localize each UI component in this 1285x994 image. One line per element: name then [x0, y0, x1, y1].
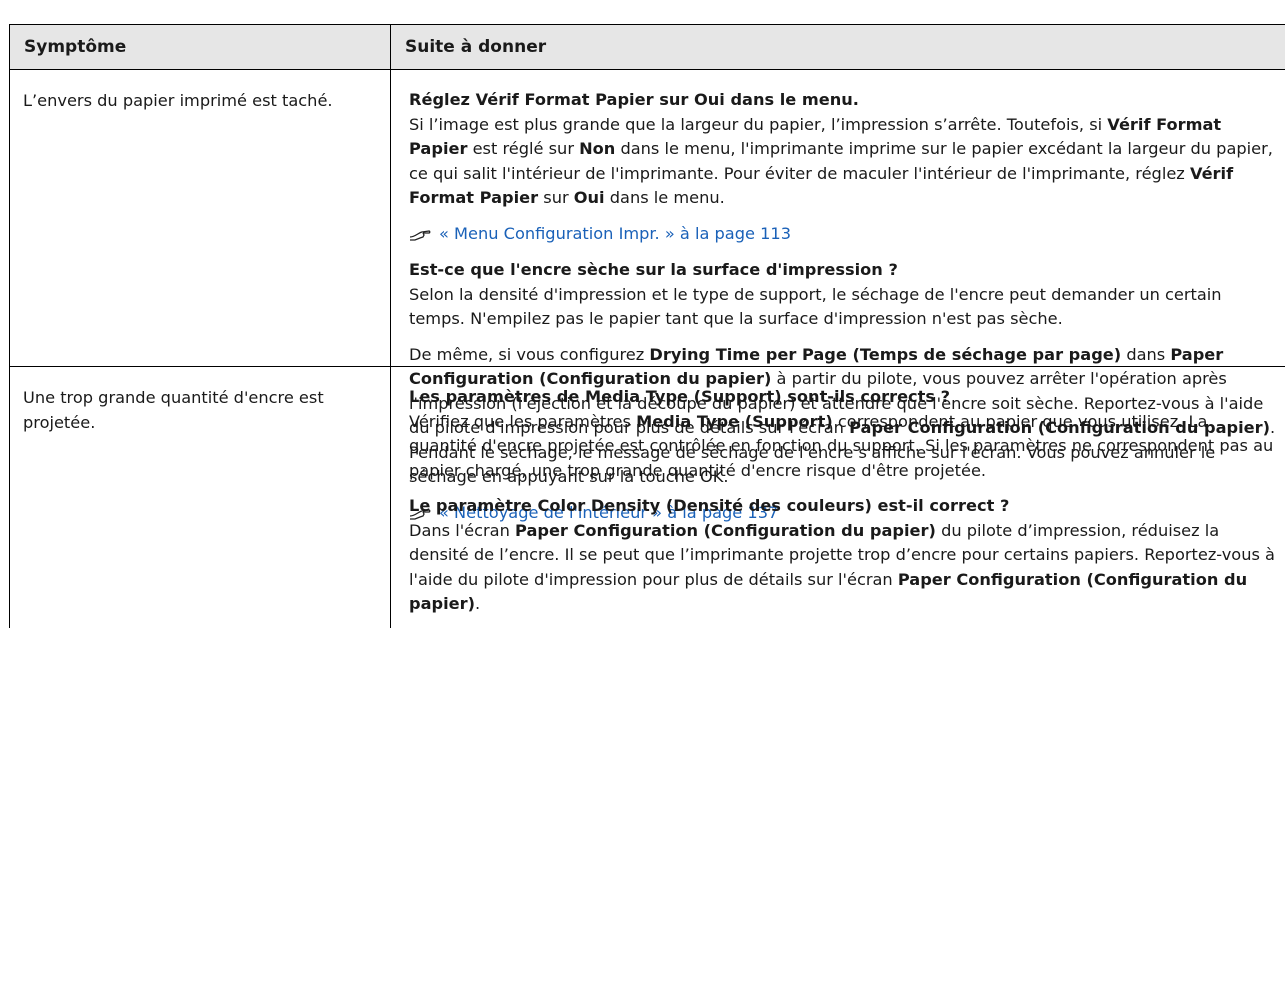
- action-block: Le paramètre Color Density (Densité des …: [409, 494, 1280, 617]
- action-block: Réglez Vérif Format Papier sur Oui dans …: [409, 88, 1280, 211]
- symptom-cell: L’envers du papier imprimé est taché.: [10, 70, 391, 366]
- keyword: Non: [579, 139, 616, 158]
- body-text: Vérifiez que les paramètres: [409, 411, 637, 431]
- header-symptom: Symptôme: [10, 25, 391, 69]
- body-text: dans: [1121, 344, 1171, 364]
- action-heading: Les paramètres de Media Type (Support) s…: [409, 387, 951, 406]
- pointing-hand-icon: [409, 230, 431, 241]
- body-text: .: [475, 594, 481, 613]
- header-action: Suite à donner: [405, 37, 547, 57]
- action-cell: Réglez Vérif Format Papier sur Oui dans …: [391, 70, 1285, 522]
- body-text: sur: [538, 188, 574, 207]
- table-row: Une trop grande quantité d'encre est pro…: [10, 367, 1285, 628]
- body-text: Selon la densité d'impression et le type…: [409, 284, 1222, 329]
- link-text[interactable]: « Menu Configuration Impr. » à la page 1…: [439, 222, 791, 247]
- table-header: Symptôme Suite à donner: [10, 25, 1285, 70]
- action-heading: Réglez Vérif Format Papier sur Oui dans …: [409, 90, 859, 109]
- symptom-cell: Une trop grande quantité d'encre est pro…: [10, 367, 391, 628]
- action-heading: Le paramètre Color Density (Densité des …: [409, 496, 1010, 515]
- table-row: L’envers du papier imprimé est taché. Ré…: [10, 70, 1285, 522]
- cross-reference-link[interactable]: « Menu Configuration Impr. » à la page 1…: [409, 222, 1280, 247]
- action-block: Les paramètres de Media Type (Support) s…: [409, 385, 1280, 483]
- troubleshooting-table: Symptôme Suite à donner L’envers du papi…: [9, 24, 1285, 628]
- body-text: Dans l'écran: [409, 520, 516, 540]
- body-text: est réglé sur: [467, 139, 580, 158]
- body-text: dans le menu.: [604, 188, 725, 207]
- body-text: De même, si vous configurez: [409, 344, 650, 364]
- keyword: Drying Time per Page (Temps de séchage p…: [649, 344, 1122, 364]
- action-cell: Les paramètres de Media Type (Support) s…: [391, 367, 1285, 628]
- body-text: Si l’image est plus grande que la largeu…: [409, 114, 1108, 134]
- action-block: Est-ce que l'encre sèche sur la surface …: [409, 258, 1280, 332]
- action-heading: Est-ce que l'encre sèche sur la surface …: [409, 260, 898, 279]
- keyword: Media Type (Support): [636, 411, 833, 431]
- keyword: Paper Configuration (Configuration du pa…: [515, 520, 936, 540]
- keyword: Oui: [573, 188, 605, 207]
